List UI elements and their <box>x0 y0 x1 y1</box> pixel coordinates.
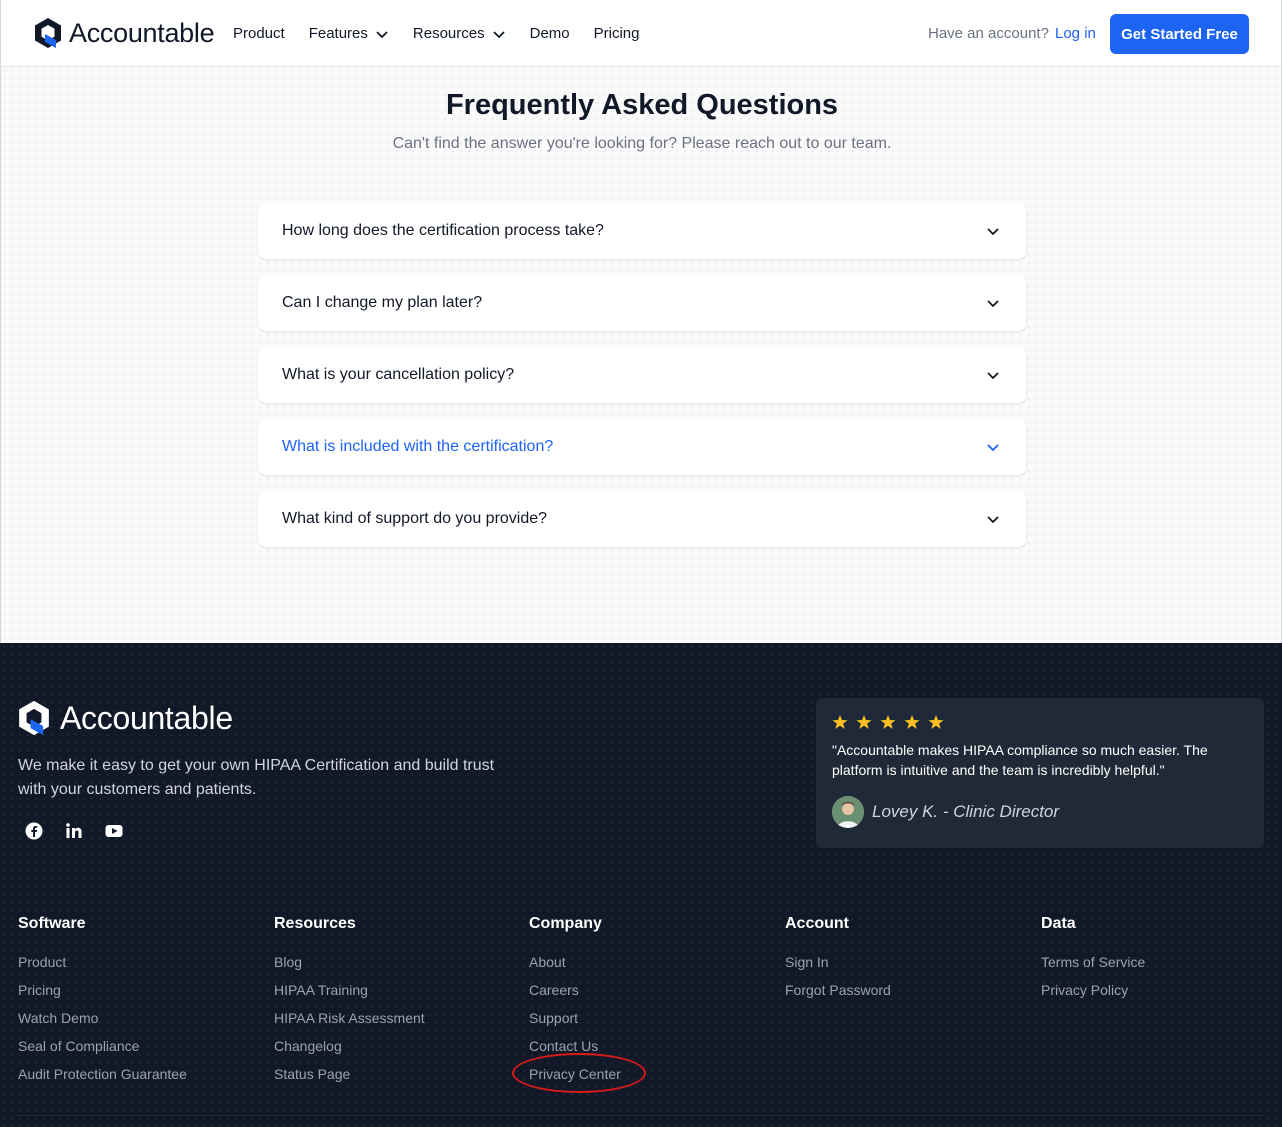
faq-section: Frequently Asked Questions Can't find th… <box>0 67 1282 643</box>
star-icon <box>928 715 944 729</box>
star-rating <box>832 714 952 730</box>
brand-name: Accountable <box>69 17 215 48</box>
star-icon <box>856 715 872 729</box>
footer-link[interactable]: Privacy Policy <box>1041 981 1145 1009</box>
footer-link[interactable]: HIPAA Training <box>274 981 425 1009</box>
faq-subtitle: Can't find the answer you're looking for… <box>392 135 892 152</box>
nav-label: Pricing <box>593 25 640 42</box>
footer-link[interactable]: Seal of Compliance <box>18 1037 187 1065</box>
login-link[interactable]: Log in <box>1055 25 1096 42</box>
star-icon <box>904 715 920 729</box>
footer-link[interactable]: HIPAA Risk Assessment <box>274 1009 425 1037</box>
faq-title: Frequently Asked Questions <box>445 89 839 121</box>
nav-product[interactable]: Product <box>233 25 285 42</box>
faq-question: What is included with the certification? <box>282 438 554 455</box>
nav-features[interactable]: Features <box>309 25 389 42</box>
footer-link[interactable]: Support <box>529 1009 621 1037</box>
linkedin-icon[interactable] <box>64 821 84 841</box>
footer-divider <box>18 1115 1264 1116</box>
footer-column-resources: Resources Blog HIPAA Training HIPAA Risk… <box>274 915 425 1093</box>
column-title: Account <box>785 915 849 932</box>
faq-question: How long does the certification process … <box>282 222 604 239</box>
footer-link[interactable]: Status Page <box>274 1065 425 1093</box>
footer-column-software: Software Product Pricing Watch Demo Seal… <box>18 915 187 1093</box>
faq-question: What is your cancellation policy? <box>282 366 515 383</box>
logo-mark-icon <box>35 18 61 48</box>
footer-link[interactable]: Product <box>18 953 187 981</box>
youtube-icon[interactable] <box>104 821 124 841</box>
testimonial-card: "Accountable makes HIPAA compliance so m… <box>816 698 1264 848</box>
faq-item[interactable]: What is your cancellation policy? <box>258 347 1026 403</box>
column-title: Software <box>18 915 86 932</box>
site-header: Accountable Product Features Resources D… <box>0 0 1282 67</box>
facebook-icon[interactable] <box>24 821 44 841</box>
footer-link[interactable]: Careers <box>529 981 621 1009</box>
nav-label: Demo <box>529 25 570 42</box>
faq-item[interactable]: Can I change my plan later? <box>258 275 1026 331</box>
footer-brand-name: Accountable <box>60 699 233 736</box>
chevron-down-icon <box>987 228 999 236</box>
footer-logo[interactable]: Accountable <box>18 699 233 737</box>
column-title: Resources <box>274 915 356 932</box>
testimonial-quote: "Accountable makes HIPAA compliance so m… <box>832 742 1208 778</box>
footer-link[interactable]: Audit Protection Guarantee <box>18 1065 187 1093</box>
footer-link[interactable]: Pricing <box>18 981 187 1009</box>
footer-link[interactable]: Forgot Password <box>785 981 891 1009</box>
footer-link[interactable]: Changelog <box>274 1037 425 1065</box>
star-icon <box>832 715 848 729</box>
annotation-highlight-circle <box>512 1053 646 1093</box>
nav-label: Resources <box>412 25 485 42</box>
nav-pricing[interactable]: Pricing <box>594 25 640 42</box>
chevron-down-icon <box>987 444 999 452</box>
faq-item[interactable]: How long does the certification process … <box>258 203 1026 259</box>
faq-item[interactable]: What kind of support do you provide? <box>258 491 1026 547</box>
social-links <box>24 821 144 841</box>
footer-column-account: Account Sign In Forgot Password <box>785 915 891 1009</box>
avatar <box>832 796 864 828</box>
footer-link[interactable]: Watch Demo <box>18 1009 187 1037</box>
faq-item-active[interactable]: What is included with the certification? <box>258 419 1026 475</box>
have-account-text: Have an account? <box>928 25 1049 42</box>
faq-question: Can I change my plan later? <box>282 294 483 311</box>
faq-question: What kind of support do you provide? <box>282 510 548 527</box>
chevron-down-icon <box>376 30 388 38</box>
footer-description: We make it easy to get your own HIPAA Ce… <box>18 757 495 798</box>
chevron-down-icon <box>987 516 999 524</box>
logo-mark-icon <box>19 700 49 736</box>
star-icon <box>880 715 896 729</box>
testimonial-author: Lovey K. - Clinic Director <box>832 796 1059 828</box>
column-title: Company <box>529 915 602 932</box>
footer-link[interactable]: About <box>529 953 621 981</box>
nav-label: Product <box>233 25 285 42</box>
footer-link[interactable]: Sign In <box>785 953 891 981</box>
column-title: Data <box>1041 915 1076 932</box>
nav-demo[interactable]: Demo <box>530 25 570 42</box>
chevron-down-icon <box>987 300 999 308</box>
brand-logo[interactable]: Accountable <box>34 17 215 49</box>
nav-resources[interactable]: Resources <box>413 25 506 42</box>
footer-link[interactable]: Terms of Service <box>1041 953 1145 981</box>
footer-column-data: Data Terms of Service Privacy Policy <box>1041 915 1145 1009</box>
chevron-down-icon <box>987 372 999 380</box>
author-name: Lovey K. - Clinic Director <box>872 802 1060 821</box>
main-nav: Product Features Resources Demo Pricing <box>233 0 663 67</box>
footer-link[interactable]: Blog <box>274 953 425 981</box>
site-footer: Accountable We make it easy to get your … <box>0 643 1282 1127</box>
chevron-down-icon <box>492 30 505 38</box>
nav-label: Features <box>308 25 368 42</box>
get-started-button[interactable]: Get Started Free <box>1110 14 1249 54</box>
